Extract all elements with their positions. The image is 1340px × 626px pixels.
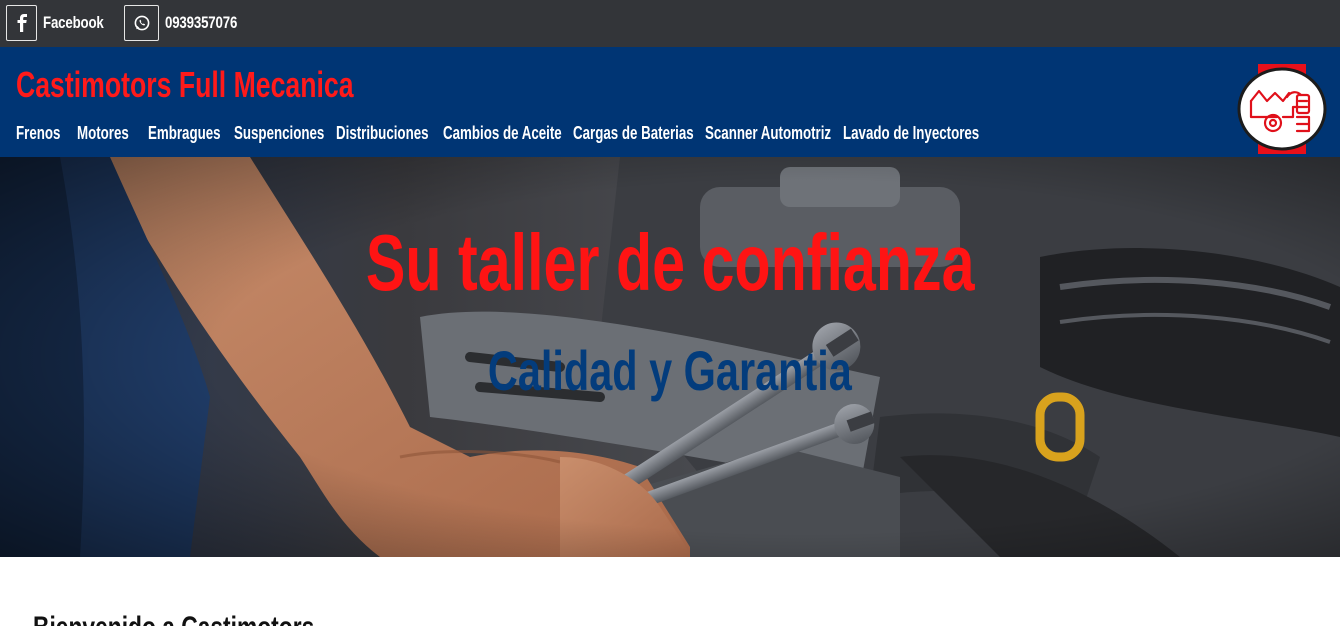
whatsapp-phone: 0939357076: [165, 13, 238, 32]
nav-item-embragues[interactable]: Embragues: [148, 119, 246, 147]
facebook-icon: [6, 5, 37, 41]
top-bar: Facebook 0939357076: [0, 0, 1340, 47]
nav-item-motores[interactable]: Motores: [77, 119, 147, 147]
facebook-link[interactable]: Facebook: [6, 5, 121, 41]
brand-title[interactable]: Castimotors Full Mecanica: [16, 63, 472, 106]
nav-item-lavado-de-inyectores[interactable]: Lavado de Inyectores: [843, 119, 1027, 147]
hero-title: Su taller de confianza: [365, 218, 975, 307]
whatsapp-link[interactable]: 0939357076: [124, 5, 258, 41]
hero-subtitle: Calidad y Garantia: [488, 339, 852, 402]
facebook-label: Facebook: [43, 13, 104, 32]
nav-item-frenos[interactable]: Frenos: [16, 119, 76, 147]
castimotors-logo[interactable]: [1237, 67, 1327, 151]
whatsapp-icon: [124, 5, 159, 41]
welcome-heading: Bienvenido a Castimotors: [33, 611, 403, 626]
hero-banner: Su taller de confianza Calidad y Garanti…: [0, 157, 1340, 557]
site-header: Castimotors Full Mecanica Frenos Motores…: [0, 47, 1340, 157]
